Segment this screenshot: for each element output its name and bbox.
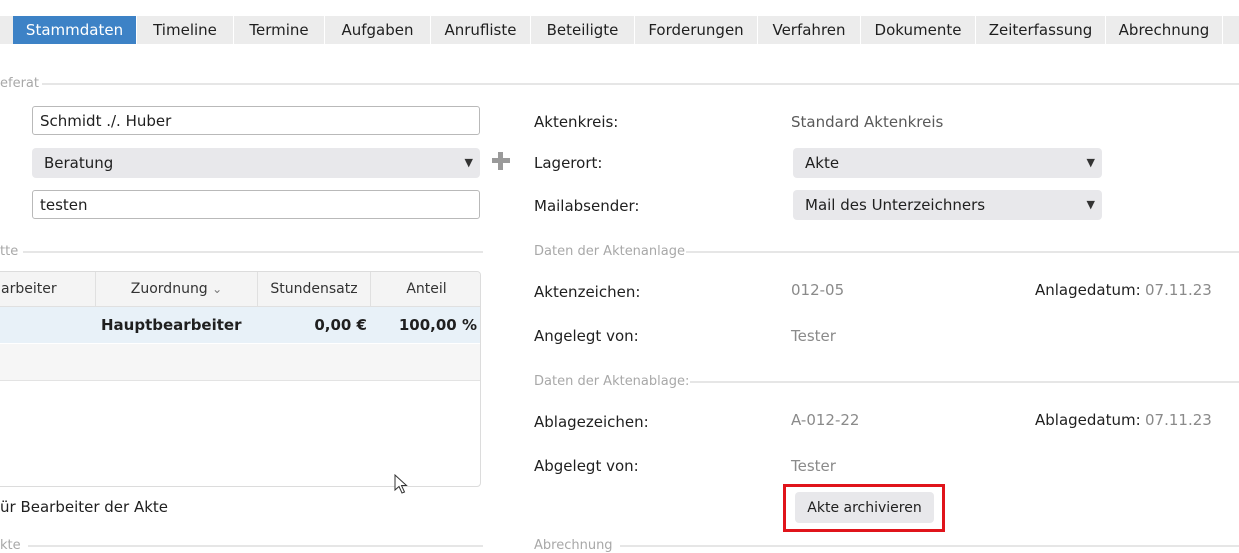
plus-icon[interactable] [491, 151, 511, 171]
cell-stundensatz: 0,00 € [314, 316, 367, 334]
tab-forderungen[interactable]: Forderungen [635, 16, 758, 44]
tab-bar: Stammdaten Timeline Termine Aufgaben Anr… [0, 16, 1239, 44]
mailabsender-select[interactable]: Mail des Unterzeichners ▼ [793, 190, 1102, 220]
anlagedatum-label: Anlagedatum: [1035, 281, 1141, 299]
table-row[interactable]: Hauptbearbeiter 0,00 € 100,00 % [0, 307, 480, 343]
caret-down-icon: ▼ [1086, 198, 1095, 211]
tab-dokumente[interactable]: Dokumente [861, 16, 976, 44]
bearbeiter-note: ür Bearbeiter der Akte [0, 498, 169, 516]
tab-aufgaben[interactable]: Aufgaben [325, 16, 431, 44]
section-aktenanlage-heading: Daten der Aktenanlage [534, 244, 685, 259]
column-header-bearbeiter[interactable]: arbeiter [0, 272, 96, 306]
ablagedatum-value: 07.11.23 [1145, 411, 1212, 429]
lagerort-select-value: Akte [805, 154, 840, 172]
tab-zeiterfassung[interactable]: Zeiterfassung [976, 16, 1106, 44]
section-divider [686, 251, 1239, 253]
mailabsender-select-value: Mail des Unterzeichners [805, 196, 986, 214]
anlagedatum-value: 07.11.23 [1145, 281, 1212, 299]
archive-button[interactable]: Akte archivieren [795, 492, 934, 523]
caret-down-icon: ▼ [1086, 156, 1095, 169]
column-header-zuordnung-label: Zuordnung [130, 281, 208, 297]
tab-timeline[interactable]: Timeline [137, 16, 234, 44]
abgelegt-value: Tester [791, 457, 836, 475]
angelegt-value: Tester [791, 327, 836, 345]
tab-anrufliste[interactable]: Anrufliste [431, 16, 531, 44]
ablagezeichen-label: Ablagezeichen: [534, 413, 649, 431]
section-divider [23, 251, 483, 253]
aktenzeichen-value: 012-05 [791, 281, 845, 299]
note-input[interactable] [32, 190, 480, 219]
tab-stammdaten[interactable]: Stammdaten [13, 16, 137, 44]
akte-name-input[interactable] [32, 106, 480, 135]
section-divider [42, 83, 1239, 85]
tab-beteiligte[interactable]: Beteiligte [531, 16, 635, 44]
column-header-anteil[interactable]: Anteil [371, 272, 480, 306]
tab-abrechnung[interactable]: Abrechnung [1106, 16, 1223, 44]
cell-zuordnung: Hauptbearbeiter [101, 316, 242, 334]
section-aktenablage-heading: Daten der Aktenablage: [534, 374, 690, 389]
type-select-value: Beratung [44, 154, 114, 172]
type-select[interactable]: Beratung ▼ [32, 148, 480, 178]
column-header-stundensatz[interactable]: Stundensatz [258, 272, 371, 306]
tab-termine[interactable]: Termine [234, 16, 325, 44]
tab-verfahren[interactable]: Verfahren [758, 16, 861, 44]
section-referat-heading: eferat [0, 76, 39, 91]
column-header-zuordnung[interactable]: Zuordnung ⌄ [96, 272, 258, 306]
ablagedatum-label: Ablagedatum: [1035, 411, 1141, 429]
caret-down-icon: ▼ [464, 156, 473, 169]
chevron-down-icon: ⌄ [212, 282, 223, 296]
bearbeiter-table: arbeiter Zuordnung ⌄ Stundensatz Anteil … [0, 271, 481, 487]
section-divider [620, 545, 1239, 547]
aktenkreis-label: Aktenkreis: [534, 113, 619, 131]
angelegt-label: Angelegt von: [534, 327, 639, 345]
ablagezeichen-value: A-012-22 [791, 411, 860, 429]
abgelegt-label: Abgelegt von: [534, 457, 639, 475]
section-abrechnung-heading: Abrechnung [534, 538, 613, 553]
cell-anteil: 100,00 % [398, 316, 477, 334]
section-divider [690, 381, 1239, 383]
mouse-pointer-icon [394, 474, 408, 494]
section-akte-heading: tte [0, 244, 19, 259]
aktenkreis-value: Standard Aktenkreis [791, 113, 944, 131]
aktenzeichen-label: Aktenzeichen: [534, 283, 641, 301]
mailabsender-label: Mailabsender: [534, 197, 640, 215]
lagerort-label: Lagerort: [534, 154, 603, 172]
lagerort-select[interactable]: Akte ▼ [793, 148, 1102, 178]
section-divider [28, 545, 483, 547]
section-bottom-heading: kte [0, 538, 21, 553]
table-row[interactable] [0, 344, 480, 381]
